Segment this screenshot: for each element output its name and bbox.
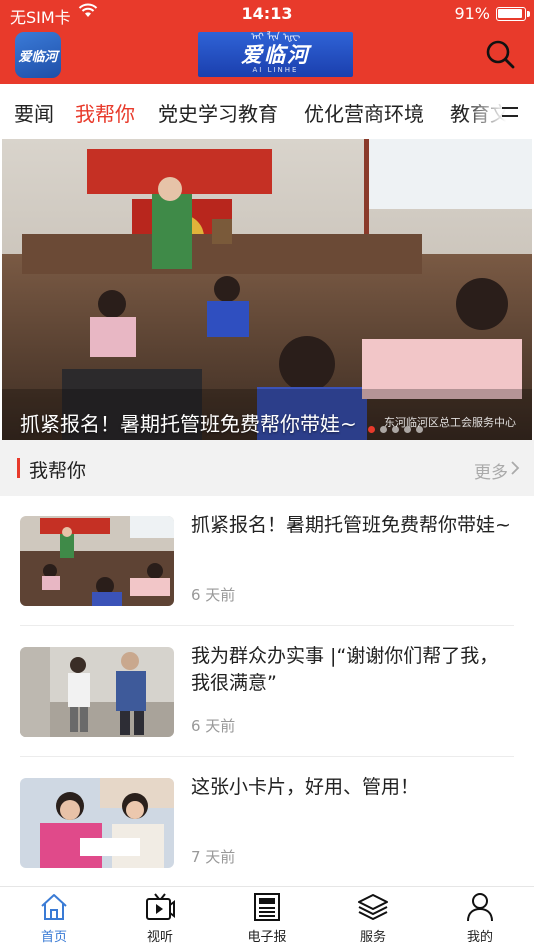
- section-accent-bar: [17, 458, 20, 478]
- news-time: 6 天前: [191, 717, 236, 735]
- nav-profile[interactable]: 我的: [440, 891, 520, 945]
- battery-icon: [496, 7, 530, 21]
- tab-business-environment[interactable]: 优化营商环境: [304, 98, 424, 127]
- top-bar: 无SIM卡 14:13 91% 爱临河 ᠠᠢ ᠯᠢᠨ ᠾᠧ 爱临河 AI LIN…: [0, 0, 534, 84]
- nav-label: 视听: [146, 930, 173, 945]
- newspaper-icon: [254, 893, 280, 921]
- news-thumbnail[interactable]: [20, 778, 174, 868]
- news-title[interactable]: 我为群众办实事 |“谢谢你们帮了我，我很满意”: [191, 643, 511, 697]
- section-title: 我帮你: [29, 460, 87, 482]
- tab-menu-icon[interactable]: [500, 104, 520, 120]
- nav-label: 我的: [466, 930, 493, 945]
- status-bar: 无SIM卡 14:13 91%: [0, 0, 534, 28]
- nav-video[interactable]: 视听: [120, 891, 200, 945]
- news-item[interactable]: 抓紧报名！暑期托管班免费帮你带娃~ 6 天前: [0, 496, 534, 626]
- news-thumbnail[interactable]: [20, 516, 174, 606]
- nav-services[interactable]: 服务: [333, 891, 413, 945]
- nav-label: 电子报: [247, 930, 287, 945]
- chevron-right-icon[interactable]: [510, 461, 520, 475]
- logo-sub-text: AI LINHE: [252, 66, 299, 74]
- nav-home[interactable]: 首页: [14, 891, 94, 945]
- pagination-dot-active: [368, 426, 375, 433]
- banner-caption[interactable]: 抓紧报名！暑期托管班免费帮你带娃~: [20, 408, 357, 437]
- app-screen: 无SIM卡 14:13 91% 爱临河 ᠠᠢ ᠯᠢᠨ ᠾᠧ 爱临河 AI LIN…: [0, 0, 534, 950]
- app-logo-icon[interactable]: 爱临河: [15, 32, 61, 78]
- more-link[interactable]: 更多: [474, 458, 508, 483]
- news-time: 7 天前: [191, 848, 236, 866]
- tab-help-you[interactable]: 我帮你: [75, 98, 135, 127]
- news-time: 6 天前: [191, 586, 236, 604]
- news-item[interactable]: 这张小卡片，好用、管用！ 7 天前: [0, 758, 534, 888]
- news-title[interactable]: 抓紧报名！暑期托管班免费帮你带娃~: [191, 512, 511, 539]
- nav-label: 服务: [359, 930, 386, 945]
- tab-party-history[interactable]: 党史学习教育: [158, 98, 278, 127]
- tv-icon: [146, 893, 175, 920]
- banner-watermark: 东河临河区总工会服务中心: [384, 416, 516, 429]
- category-tabs: 要闻 我帮你 党史学习教育 优化营商环境 教育文: [0, 84, 534, 138]
- bottom-nav: 首页 视听 电子报 服务 我的: [0, 886, 534, 950]
- search-icon[interactable]: [484, 38, 516, 70]
- nav-label: 首页: [40, 930, 67, 945]
- logo-top-text: ᠠᠢ ᠯᠢᠨ ᠾᠧ: [250, 32, 301, 43]
- divider: [20, 625, 514, 626]
- news-thumbnail[interactable]: [20, 647, 174, 737]
- news-item[interactable]: 我为群众办实事 |“谢谢你们帮了我，我很满意” 6 天前: [0, 627, 534, 757]
- layers-icon: [358, 894, 388, 920]
- battery-percent: 91%: [454, 4, 490, 23]
- logo-main-text: 爱临河: [241, 43, 310, 67]
- nav-e-paper[interactable]: 电子报: [227, 891, 307, 945]
- home-icon: [41, 894, 67, 920]
- person-icon: [467, 893, 493, 922]
- brand-logo: ᠠᠢ ᠯᠢᠨ ᠾᠧ 爱临河 AI LINHE: [198, 32, 353, 77]
- section-header: 我帮你 更多: [0, 440, 534, 496]
- news-title[interactable]: 这张小卡片，好用、管用！: [191, 774, 511, 801]
- divider: [20, 756, 514, 757]
- app-logo-text: 爱临河: [18, 49, 58, 65]
- tab-news[interactable]: 要闻: [14, 98, 54, 127]
- banner-image[interactable]: [2, 139, 532, 440]
